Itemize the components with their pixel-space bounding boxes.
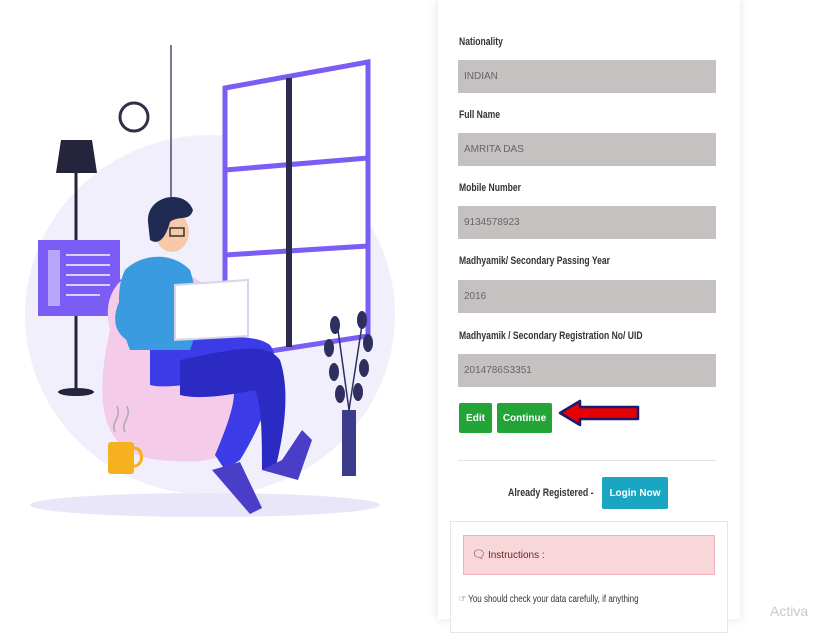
instructions-header: 🗨 Instructions : [463,535,715,575]
registration-form-card: Nationality Full Name Mobile Number Madh… [438,0,740,633]
instruction-item: ☞ You should check your data carefully, … [459,594,659,605]
full-name-field[interactable] [458,133,716,166]
registration-number-field[interactable] [458,354,716,387]
plant-pot [342,410,356,476]
instructions-panel: 🗨 Instructions : ☞ You should check your … [450,521,728,633]
instructions-heading: Instructions : [487,550,545,561]
activate-watermark: Activa [770,603,809,619]
hand-pointer-icon: ☞ [459,594,469,605]
lamp-base [58,388,94,396]
form-divider [458,460,716,461]
continue-button[interactable]: Continue [497,403,552,433]
instruction-text: You should check your data carefully, if… [468,594,639,605]
login-now-button[interactable]: Login Now [602,477,668,509]
passing-year-label: Madhyamik/ Secondary Passing Year [459,255,611,267]
mug [108,442,134,474]
passing-year-field[interactable] [458,280,716,313]
mobile-number-label: Mobile Number [459,182,521,194]
nationality-field[interactable] [458,60,716,93]
already-registered-text: Already Registered - [508,487,594,499]
edit-button[interactable]: Edit [459,403,492,433]
illustration [25,45,395,517]
comment-icon: 🗨 [472,549,486,561]
mobile-number-field[interactable] [458,206,716,239]
annotation-arrow [558,399,640,427]
lamp-shade [56,140,97,173]
full-name-label: Full Name [459,109,501,121]
registration-number-label: Madhyamik / Secondary Registration No/ U… [459,330,643,342]
floor-shadow [30,493,380,517]
nationality-label: Nationality [459,36,503,48]
laptop [174,278,249,342]
wall-circle [118,101,150,133]
